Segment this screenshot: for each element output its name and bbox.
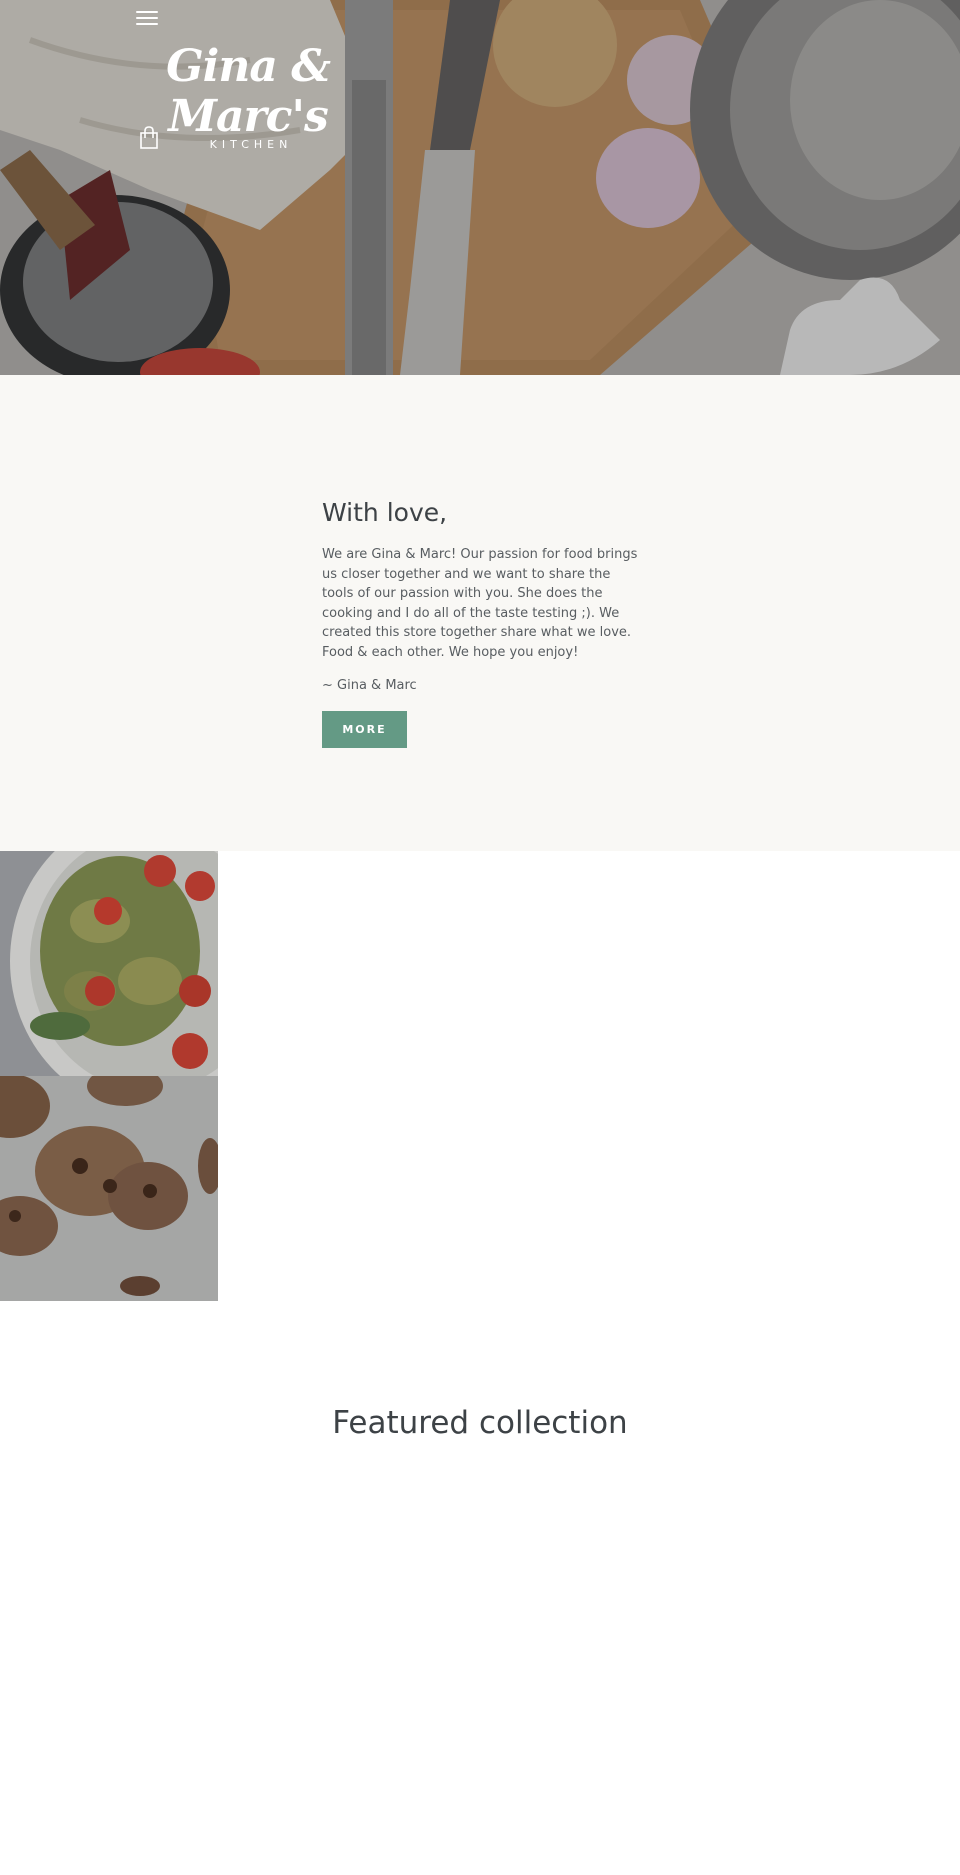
about-body: We are Gina & Marc! Our passion for food… [322, 547, 638, 660]
logo-subtext: KITCHEN [209, 138, 293, 151]
pasta-salad-image[interactable] [0, 851, 218, 1076]
hero-banner: Gina & Marc's KITCHEN [0, 0, 960, 375]
shopping-bag-icon[interactable] [139, 126, 159, 150]
featured-collection-title: Featured collection [332, 1405, 628, 1441]
more-button[interactable]: MORE [322, 711, 407, 748]
about-signature: ~ Gina & Marc [322, 678, 417, 693]
about-heading: With love, [322, 498, 448, 527]
logo-text: Gina & Marc's [166, 41, 331, 142]
about-content: With love, We are Gina & Marc! Our passi… [322, 497, 644, 748]
hamburger-menu-icon[interactable] [136, 8, 158, 28]
about-section: With love, We are Gina & Marc! Our passi… [0, 375, 960, 851]
image-gallery [0, 851, 218, 1301]
site-logo[interactable]: Gina & Marc's KITCHEN [128, 41, 368, 152]
cookies-image[interactable] [0, 1076, 218, 1301]
